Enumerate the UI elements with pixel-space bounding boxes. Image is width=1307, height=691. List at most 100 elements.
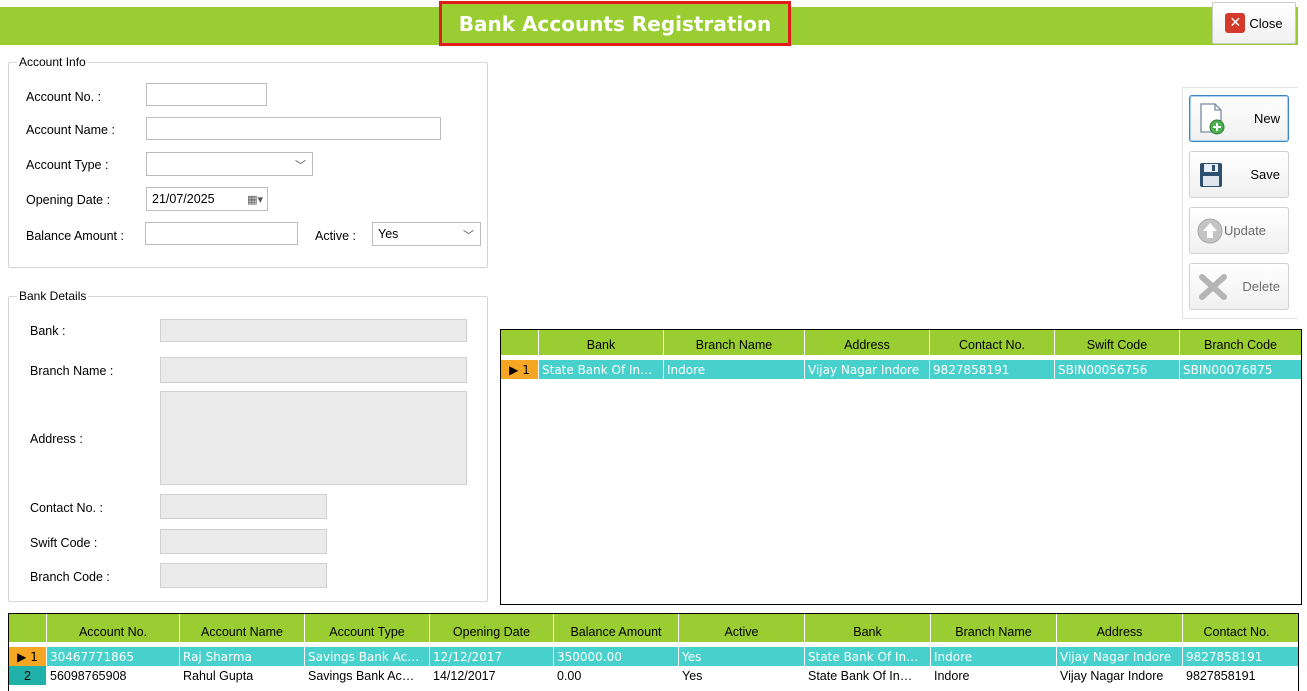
table-cell[interactable]: Indore <box>931 647 1057 666</box>
close-icon: ✕ <box>1225 13 1246 33</box>
bank-grid[interactable]: Bank Branch Name Address Contact No. Swi… <box>500 329 1302 605</box>
page-title: Bank Accounts Registration <box>439 1 791 46</box>
table-row[interactable]: ▶ 1 State Bank Of In… Indore Vijay Nagar… <box>501 360 1301 379</box>
active-select[interactable]: Yes ﹀ <box>372 222 481 246</box>
table-cell[interactable]: 9827858191 <box>930 360 1055 379</box>
row-indicator[interactable]: ▶ 1 <box>501 360 539 379</box>
close-button[interactable]: ✕ Close <box>1212 2 1296 44</box>
table-cell[interactable]: 350000.00 <box>554 647 679 666</box>
floppy-disk-icon <box>1200 162 1222 187</box>
new-button[interactable]: New <box>1189 95 1289 142</box>
delete-button-label: Delete <box>1242 279 1280 294</box>
address-label: Address : <box>30 432 83 446</box>
bank-grid-col-header[interactable]: Branch Name <box>664 330 805 355</box>
table-cell[interactable]: Vijay Nagar Indore <box>1057 647 1183 666</box>
contact-no-input[interactable] <box>160 494 327 519</box>
table-cell[interactable]: 9827858191 <box>1183 647 1290 666</box>
table-cell[interactable]: Raj Sharma <box>180 647 305 666</box>
chevron-down-icon: ﹀ <box>463 230 474 242</box>
chevron-down-icon: ﹀ <box>295 160 306 172</box>
row-header-corner <box>501 330 539 355</box>
accounts-grid[interactable]: Account No. Account Name Account Type Op… <box>8 613 1299 691</box>
address-input[interactable] <box>160 391 467 485</box>
opening-date-label: Opening Date : <box>26 193 111 207</box>
accounts-grid-col-header[interactable]: Active <box>679 614 805 642</box>
balance-amount-label: Balance Amount : <box>26 229 124 243</box>
table-cell[interactable]: Indore <box>931 666 1057 685</box>
accounts-grid-col-header[interactable]: Bank <box>805 614 931 642</box>
table-row[interactable]: ▶ 1 30467771865 Raj Sharma Savings Bank … <box>9 647 1298 666</box>
table-cell[interactable]: 30467771865 <box>47 647 180 666</box>
save-button[interactable]: Save <box>1189 151 1289 198</box>
accounts-grid-col-header[interactable]: Address <box>1057 614 1183 642</box>
bank-grid-header: Bank Branch Name Address Contact No. Swi… <box>501 330 1301 355</box>
table-cell[interactable]: State Bank Of In… <box>539 360 664 379</box>
table-cell[interactable]: Yes <box>679 647 805 666</box>
account-no-input[interactable] <box>146 83 267 106</box>
table-cell[interactable]: State Bank Of In… <box>805 666 931 685</box>
bank-grid-col-header[interactable]: Bank <box>539 330 664 355</box>
row-pointer-icon: ▶ <box>17 649 27 664</box>
table-cell[interactable]: Yes <box>679 666 805 685</box>
opening-date-picker[interactable]: 21/07/2025 ▦▾ <box>146 187 268 211</box>
account-name-input[interactable] <box>146 117 441 140</box>
update-button[interactable]: Update <box>1189 207 1289 254</box>
bank-input[interactable] <box>160 319 467 342</box>
bank-grid-col-header[interactable]: Contact No. <box>930 330 1055 355</box>
table-cell[interactable]: Vijay Nagar Indore <box>1057 666 1183 685</box>
save-button-label: Save <box>1250 167 1280 182</box>
swift-code-label: Swift Code : <box>30 536 98 550</box>
table-cell[interactable]: Indore <box>664 360 805 379</box>
swift-code-input[interactable] <box>160 529 327 554</box>
update-arrow-icon <box>1197 218 1223 243</box>
table-cell[interactable]: 0.00 <box>554 666 679 685</box>
branch-code-label: Branch Code : <box>30 570 110 584</box>
table-cell[interactable]: SBIN00056756 <box>1055 360 1180 379</box>
accounts-grid-col-header[interactable]: Branch Name <box>931 614 1057 642</box>
branch-name-input[interactable] <box>160 357 467 383</box>
accounts-grid-col-header[interactable]: Account Type <box>305 614 430 642</box>
table-cell[interactable]: Rahul Gupta <box>180 666 305 685</box>
table-row[interactable]: 2 56098765908 Rahul Gupta Savings Bank A… <box>9 666 1298 685</box>
table-cell[interactable]: 14/12/2017 <box>430 666 554 685</box>
row-number: 1 <box>30 649 38 664</box>
table-cell[interactable]: Savings Bank Ac… <box>305 647 430 666</box>
row-number: 2 <box>24 668 31 683</box>
accounts-grid-col-header[interactable]: Opening Date <box>430 614 554 642</box>
bank-details-legend: Bank Details <box>17 289 89 303</box>
active-label: Active : <box>315 229 356 243</box>
bank-grid-col-header[interactable]: Branch Code <box>1180 330 1301 355</box>
accounts-grid-col-header[interactable]: Account Name <box>180 614 305 642</box>
table-cell[interactable]: 9827858191 <box>1183 666 1290 685</box>
accounts-grid-col-header[interactable]: Contact No. <box>1183 614 1290 642</box>
active-value: Yes <box>378 227 399 241</box>
update-button-label: Update <box>1224 223 1266 238</box>
account-no-label: Account No. : <box>26 90 102 104</box>
branch-name-label: Branch Name : <box>30 364 114 378</box>
account-type-label: Account Type : <box>26 158 109 172</box>
balance-amount-input[interactable] <box>145 222 298 245</box>
bank-grid-col-header[interactable]: Swift Code <box>1055 330 1180 355</box>
row-header-corner <box>9 614 47 642</box>
account-type-select[interactable]: ﹀ <box>146 152 313 176</box>
branch-code-input[interactable] <box>160 563 327 588</box>
account-name-label: Account Name : <box>26 123 115 137</box>
calendar-dropdown-icon[interactable]: ▦▾ <box>247 193 263 206</box>
account-info-legend: Account Info <box>17 55 88 69</box>
row-indicator[interactable]: ▶ 1 <box>9 647 47 666</box>
table-cell[interactable]: 56098765908 <box>47 666 180 685</box>
bank-grid-col-header[interactable]: Address <box>805 330 930 355</box>
table-cell[interactable]: Savings Bank Ac… <box>305 666 430 685</box>
delete-button[interactable]: Delete <box>1189 263 1289 310</box>
table-cell[interactable]: Vijay Nagar Indore <box>805 360 930 379</box>
row-indicator[interactable]: 2 <box>9 666 47 685</box>
table-cell[interactable]: 12/12/2017 <box>430 647 554 666</box>
opening-date-value: 21/07/2025 <box>152 192 215 206</box>
row-pointer-icon: ▶ <box>509 362 519 377</box>
accounts-grid-col-header[interactable]: Balance Amount <box>554 614 679 642</box>
row-number: 1 <box>522 362 530 377</box>
bank-label: Bank : <box>30 324 66 338</box>
table-cell[interactable]: SBIN00076875 <box>1180 360 1301 379</box>
table-cell[interactable]: State Bank Of In… <box>805 647 931 666</box>
accounts-grid-col-header[interactable]: Account No. <box>47 614 180 642</box>
